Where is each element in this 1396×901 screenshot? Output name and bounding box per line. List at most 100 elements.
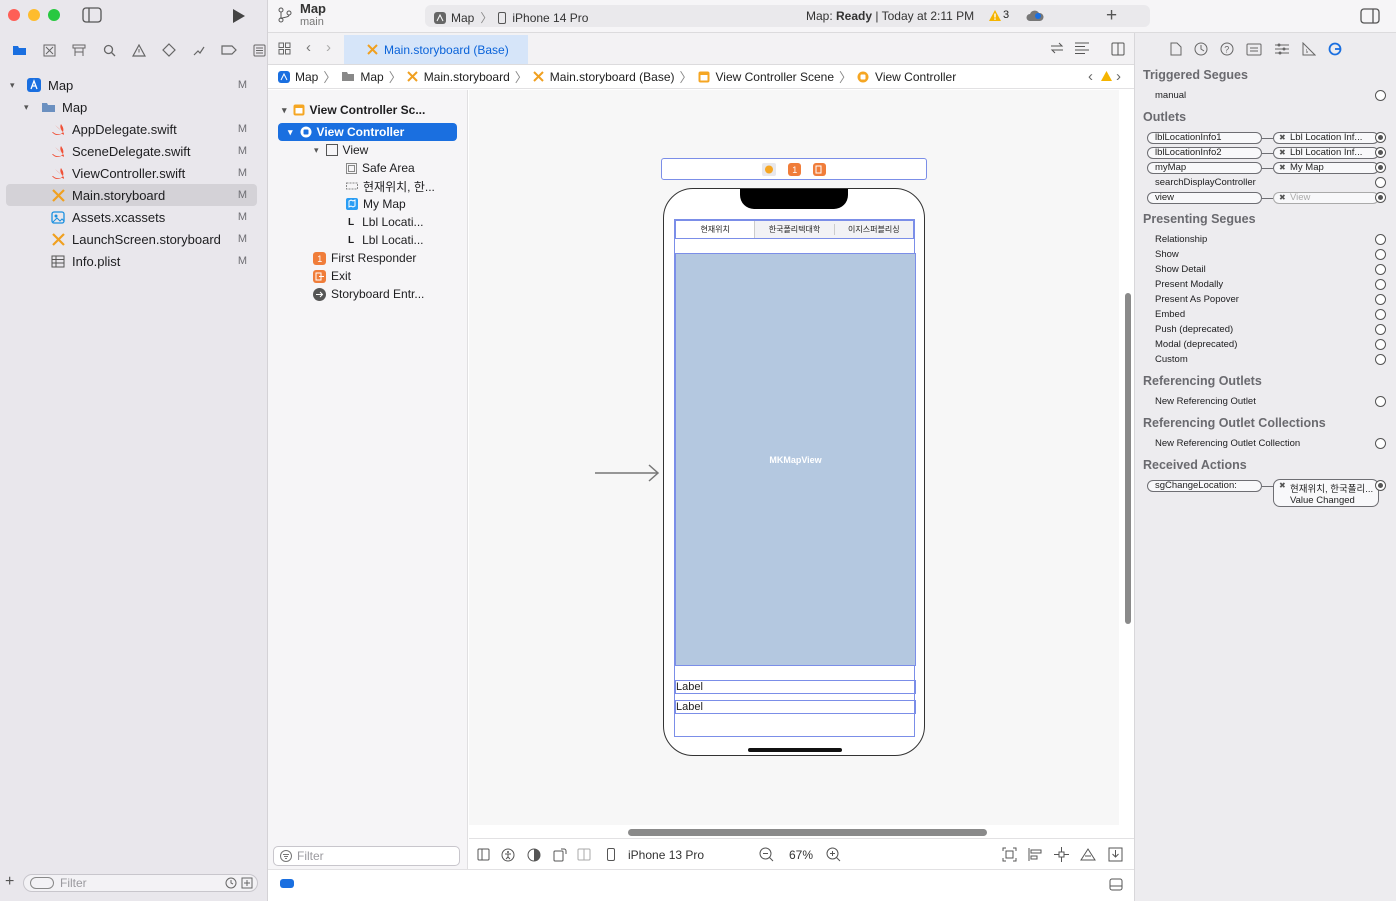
outlet-target[interactable]: ✖ Lbl Location Inf... <box>1273 132 1379 144</box>
refresh-icon[interactable] <box>1050 42 1064 54</box>
connection-circle[interactable] <box>1375 339 1386 350</box>
first-responder-icon[interactable]: 1 <box>788 163 801 176</box>
source-control-icon[interactable] <box>34 40 64 60</box>
breadcrumb-item[interactable]: View Controller <box>857 70 956 84</box>
remove-connection-icon[interactable]: ✖ <box>1279 481 1286 490</box>
storyboard-canvas[interactable]: 1 현재위치 한국폴리텍대학 이지스퍼블리싱 MKMapView Label L… <box>469 90 1131 825</box>
remove-connection-icon[interactable]: ✖ <box>1279 148 1286 158</box>
tree-item-file[interactable]: Info.plist M <box>6 250 257 272</box>
split-editor-icon[interactable] <box>1111 42 1125 56</box>
find-navigator-icon[interactable] <box>94 40 124 60</box>
previous-issue-button[interactable]: ‹ <box>1088 68 1093 85</box>
scene-dock[interactable]: 1 <box>661 158 927 180</box>
outline-filter-field[interactable]: Filter <box>273 846 460 866</box>
connection-circle-filled[interactable] <box>1375 147 1386 158</box>
outline-exit-row[interactable]: Exit <box>313 267 351 285</box>
view-controller-icon[interactable] <box>762 163 776 176</box>
connection-circle[interactable] <box>1375 294 1386 305</box>
size-inspector-icon[interactable] <box>1302 42 1316 56</box>
filter-options-icon[interactable] <box>30 877 54 889</box>
update-frames-icon[interactable] <box>1002 847 1017 862</box>
next-issue-button[interactable]: › <box>1116 68 1121 85</box>
horizontal-scrollbar[interactable] <box>628 829 987 836</box>
map-view[interactable]: MKMapView <box>675 253 916 666</box>
exit-icon[interactable] <box>813 163 826 176</box>
breakpoint-navigator-icon[interactable] <box>214 40 244 60</box>
connection-circle[interactable] <box>1375 90 1386 101</box>
outline-toggle-icon[interactable] <box>477 848 490 861</box>
tree-item-project[interactable]: ▾ Map M <box>6 74 257 96</box>
identity-inspector-icon[interactable] <box>1246 43 1262 56</box>
connection-circle[interactable] <box>1375 249 1386 260</box>
debug-area-indicator[interactable] <box>280 879 294 888</box>
outlet-target[interactable]: ✖ Lbl Location Inf... <box>1273 147 1379 159</box>
device-layout-icon[interactable] <box>577 848 591 861</box>
cloud-status-icon[interactable] <box>1026 9 1044 23</box>
outline-view-row[interactable]: ▾ View <box>314 141 368 159</box>
storyboard-entry-arrow[interactable] <box>595 464 661 482</box>
connection-circle[interactable] <box>1375 309 1386 320</box>
issue-navigator-icon[interactable] <box>124 40 154 60</box>
device-selector[interactable]: iPhone 13 Pro <box>628 848 704 862</box>
breadcrumb-item[interactable]: Map <box>341 70 384 84</box>
debug-area-toggle-icon[interactable] <box>1109 878 1123 891</box>
close-window-button[interactable] <box>8 9 20 21</box>
connection-circle[interactable] <box>1375 234 1386 245</box>
tree-item-file[interactable]: AppDelegate.swift M <box>6 118 257 140</box>
zoom-out-icon[interactable] <box>759 847 774 862</box>
align-icon[interactable] <box>1028 847 1043 862</box>
outline-storyboard-entry-row[interactable]: Storyboard Entr... <box>313 285 424 303</box>
tree-item-file[interactable]: LaunchScreen.storyboard M <box>6 228 257 250</box>
chevron-down-icon[interactable]: ▾ <box>288 127 293 138</box>
chevron-down-icon[interactable]: ▾ <box>24 102 34 113</box>
breadcrumb-item[interactable]: Main.storyboard <box>407 70 510 84</box>
inspector-toggle-icon[interactable] <box>1360 8 1380 24</box>
minimize-window-button[interactable] <box>28 9 40 21</box>
library-add-button[interactable]: + <box>1106 6 1117 25</box>
connection-circle[interactable] <box>1375 354 1386 365</box>
connection-circle[interactable] <box>1375 438 1386 449</box>
segment-current-location[interactable]: 현재위치 <box>676 221 756 238</box>
help-inspector-icon[interactable]: ? <box>1220 42 1234 56</box>
sidebar-toggle-icon[interactable] <box>82 7 102 23</box>
remove-connection-icon[interactable]: ✖ <box>1279 193 1286 203</box>
chevron-down-icon[interactable]: ▾ <box>314 145 319 156</box>
tab-main-storyboard[interactable]: Main.storyboard (Base) <box>344 35 528 64</box>
outline-first-responder-row[interactable]: 1 First Responder <box>313 249 416 267</box>
debug-navigator-icon[interactable] <box>184 40 214 60</box>
tree-item-file[interactable]: SceneDelegate.swift M <box>6 140 257 162</box>
connection-circle-filled[interactable] <box>1375 162 1386 173</box>
breadcrumb-item[interactable]: Main.storyboard (Base) <box>533 70 675 84</box>
breadcrumb-item[interactable]: Map <box>278 70 318 84</box>
iphone-frame[interactable]: 현재위치 한국폴리텍대학 이지스퍼블리싱 MKMapView Label Lab… <box>663 188 925 756</box>
editor-options-icon[interactable] <box>1074 42 1090 54</box>
tree-item-file[interactable]: Assets.xcassets M <box>6 206 257 228</box>
orientation-icon[interactable] <box>553 847 567 862</box>
connection-circle[interactable] <box>1375 279 1386 290</box>
outline-segmented-control-row[interactable]: 현재위치, 한... <box>346 177 435 195</box>
outline-label-row[interactable]: L Lbl Locati... <box>348 231 423 249</box>
remove-connection-icon[interactable]: ✖ <box>1279 133 1286 143</box>
related-items-icon[interactable] <box>278 42 291 55</box>
symbol-navigator-icon[interactable] <box>64 40 94 60</box>
outline-label-row[interactable]: L Lbl Locati... <box>348 213 423 231</box>
test-navigator-icon[interactable] <box>154 40 184 60</box>
resolve-layout-icon[interactable] <box>1080 847 1096 862</box>
embed-in-icon[interactable] <box>1108 847 1123 862</box>
file-inspector-icon[interactable] <box>1170 42 1182 56</box>
outlet-target[interactable]: ✖ My Map <box>1273 162 1379 174</box>
recent-files-icon[interactable] <box>225 877 237 889</box>
warnings-indicator[interactable]: 3 <box>989 9 1009 21</box>
tree-item-file[interactable]: ViewController.swift M <box>6 162 257 184</box>
connection-circle-filled[interactable] <box>1375 192 1386 203</box>
connection-circle-filled[interactable] <box>1375 480 1386 491</box>
appearance-icon[interactable] <box>527 848 541 862</box>
chevron-down-icon[interactable]: ▾ <box>282 105 287 116</box>
lbl-location-info1[interactable]: Label <box>675 680 916 694</box>
connection-circle[interactable] <box>1375 324 1386 335</box>
zoom-level[interactable]: 67% <box>789 848 813 862</box>
zoom-in-icon[interactable] <box>826 847 841 862</box>
navigator-filter-field[interactable]: Filter <box>23 874 258 892</box>
source-control-filter-icon[interactable] <box>241 877 253 889</box>
location-segmented-control[interactable]: 현재위치 한국폴리텍대학 이지스퍼블리싱 <box>675 220 914 239</box>
